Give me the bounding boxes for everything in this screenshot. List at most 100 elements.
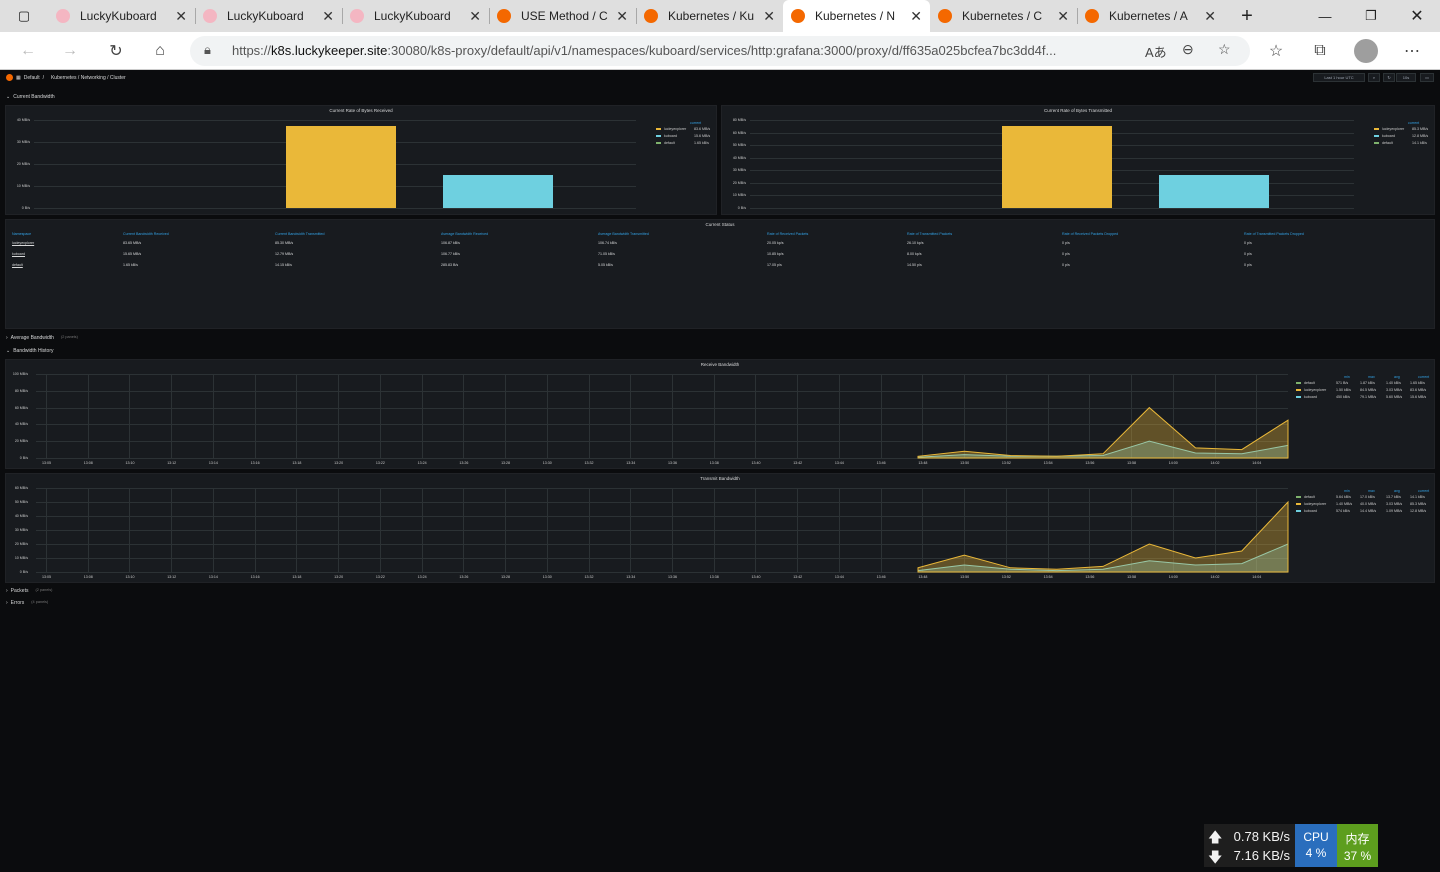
lock-icon: 🔒︎ <box>204 42 211 57</box>
legend-current: 83.6 MB/s <box>1410 388 1427 392</box>
legend-name: kuboard <box>1304 395 1317 399</box>
legend-swatch <box>1296 396 1301 399</box>
home-button[interactable]: ⌂ <box>148 39 172 63</box>
close-tab-icon[interactable]: ✕ <box>322 8 334 25</box>
legend-max: 14.4 MB/s <box>1360 509 1377 513</box>
close-tab-icon[interactable]: ✕ <box>1204 8 1216 25</box>
chevron-down-icon: ⌄ <box>6 94 11 100</box>
close-tab-icon[interactable]: ✕ <box>763 8 775 25</box>
collections-icon[interactable]: ⧉ <box>1308 39 1332 63</box>
legend-swatch <box>1374 142 1379 145</box>
tab-title: Kubernetes / C <box>962 9 1043 23</box>
table-cell: 12.79 MB/s <box>275 252 294 256</box>
legend-name: lucleyexplorer <box>1304 388 1327 392</box>
download-arrow-icon: 🡇 <box>1208 849 1223 865</box>
favorite-add-icon[interactable]: ☆ <box>1218 41 1231 58</box>
panel-current-status: Current Status Namespace Current Bandwidt… <box>5 219 1435 329</box>
refresh-button[interactable]: ↻ <box>104 39 128 63</box>
profile-avatar[interactable] <box>1354 39 1378 63</box>
maximize-button[interactable]: ❐ <box>1348 0 1394 32</box>
legend-item: default 1.65 kB/s <box>656 141 709 145</box>
legend-name: lucleyexplorer <box>1304 502 1327 506</box>
namespace-link[interactable]: kuboard <box>12 252 25 256</box>
gridline <box>34 120 636 121</box>
close-tab-icon[interactable]: ✕ <box>1057 8 1069 25</box>
table-cell: 26.10 kp/s <box>907 241 924 245</box>
tab-8[interactable]: Kubernetes / A ✕ <box>1077 0 1224 32</box>
tab-7[interactable]: Kubernetes / C ✕ <box>930 0 1077 32</box>
grafana-logo-icon[interactable] <box>6 74 13 81</box>
legend-current: 15.6 MB/s <box>1410 395 1427 399</box>
table-cell: 85.30 MB/s <box>275 241 294 245</box>
sakura-icon <box>203 9 217 23</box>
row-average-bandwidth[interactable]: › Average Bandwidth (2 panels) <box>6 335 78 341</box>
legend-current: 1.65 kB/s <box>1410 381 1425 385</box>
tab-1[interactable]: LuckyKuboard ✕ <box>48 0 195 32</box>
tab-actions-icon[interactable]: ▢ <box>2 0 46 32</box>
table-cell: 14.50 p/s <box>907 263 922 267</box>
y-tick-label: 40 MB/s <box>732 155 746 160</box>
tab-2[interactable]: LuckyKuboard ✕ <box>195 0 342 32</box>
row-packets[interactable]: › Packets (2 panels) <box>6 588 52 594</box>
refresh-interval[interactable]: 10s <box>1396 73 1416 82</box>
tab-4[interactable]: USE Method / C ✕ <box>489 0 636 32</box>
new-tab-button[interactable]: + <box>1224 0 1270 32</box>
close-tab-icon[interactable]: ✕ <box>469 8 481 25</box>
close-tab-icon[interactable]: ✕ <box>910 8 922 25</box>
time-picker[interactable]: Last 1 hour UTC <box>1313 73 1365 82</box>
tab-title: LuckyKuboard <box>227 9 304 23</box>
table-cell: 17.05 p/s <box>767 263 782 267</box>
legend-current: 12.8 MB/s <box>1410 509 1427 513</box>
tab-3[interactable]: LuckyKuboard ✕ <box>342 0 489 32</box>
legend-header: current <box>1418 375 1430 379</box>
legend-name: default <box>664 141 675 145</box>
legend-name: kuboard <box>1382 134 1395 138</box>
url-input[interactable]: 🔒︎ https://k8s.luckykeeper.site:30080/k8… <box>190 36 1250 66</box>
read-aloud-icon[interactable]: Aあ <box>1145 42 1167 61</box>
kiosk-icon[interactable]: ▭ <box>1420 73 1434 82</box>
legend-value: 14.1 kB/s <box>1412 141 1427 145</box>
close-tab-icon[interactable]: ✕ <box>616 8 628 25</box>
refresh-icon[interactable]: ↻ <box>1383 73 1395 82</box>
area-plot <box>917 500 1289 573</box>
row-current-bandwidth[interactable]: ⌄ Current Bandwidth <box>6 94 55 100</box>
row-errors[interactable]: › Errors (4 panels) <box>6 600 48 606</box>
minimize-button[interactable]: — <box>1302 0 1348 32</box>
table-cell: 0 p/s <box>1244 241 1252 245</box>
row-bandwidth-history[interactable]: ⌄ Bandwidth History <box>6 348 54 354</box>
back-button[interactable]: ← <box>16 39 40 63</box>
table-cell: 5.05 kB/s <box>598 263 613 267</box>
table-cell: 8.00 kp/s <box>907 252 922 256</box>
breadcrumb-dashboard[interactable]: Kubernetes / Networking / Cluster <box>51 75 126 81</box>
breadcrumb-folder[interactable]: Default <box>24 75 40 81</box>
legend-min: 1.40 MB/s <box>1336 502 1353 506</box>
tab-title: Kubernetes / Ku <box>668 9 755 23</box>
panel-bytes-received: Current Rate of Bytes Received 40 MB/s 30… <box>5 105 717 215</box>
close-tab-icon[interactable]: ✕ <box>175 8 187 25</box>
more-menu-icon[interactable]: ⋯ <box>1400 39 1424 63</box>
download-speed: 7.16 KB/s <box>1233 848 1290 863</box>
table-cell: 15.65 MB/s <box>123 252 142 256</box>
url-text: https://k8s.luckykeeper.site:30080/k8s-p… <box>232 43 1057 58</box>
zoom-icon[interactable]: ⊖ <box>1182 41 1194 58</box>
legend-max: 1.87 kB/s <box>1360 381 1375 385</box>
namespace-link[interactable]: default <box>12 263 23 267</box>
legend-swatch <box>1296 389 1301 392</box>
legend-avg: 1.40 kB/s <box>1386 381 1401 385</box>
tab-5[interactable]: Kubernetes / Ku ✕ <box>636 0 783 32</box>
network-speed: 🡅 0.78 KB/s 🡇 7.16 KB/s <box>1204 824 1295 867</box>
column-header: Rate of Received Packets Dropped <box>1062 232 1119 236</box>
namespace-link[interactable]: lucleyexplorer <box>12 241 34 245</box>
close-window-button[interactable]: ✕ <box>1394 0 1440 32</box>
zoom-out-icon[interactable]: ⌕ <box>1368 73 1380 82</box>
legend-swatch <box>1374 135 1379 138</box>
legend-value: 15.6 MB/s <box>694 134 711 138</box>
legend-min: 450 kB/s <box>1336 395 1350 399</box>
tab-6[interactable]: Kubernetes / N ✕ <box>783 0 930 32</box>
y-tick-label: 50 MB/s <box>732 143 746 148</box>
table-cell: 1.65 kB/s <box>123 263 138 267</box>
forward-button[interactable]: → <box>58 39 82 63</box>
legend-swatch <box>656 128 661 131</box>
y-tick-label: 20 MB/s <box>16 162 30 166</box>
favorites-icon[interactable]: ☆ <box>1264 39 1288 63</box>
